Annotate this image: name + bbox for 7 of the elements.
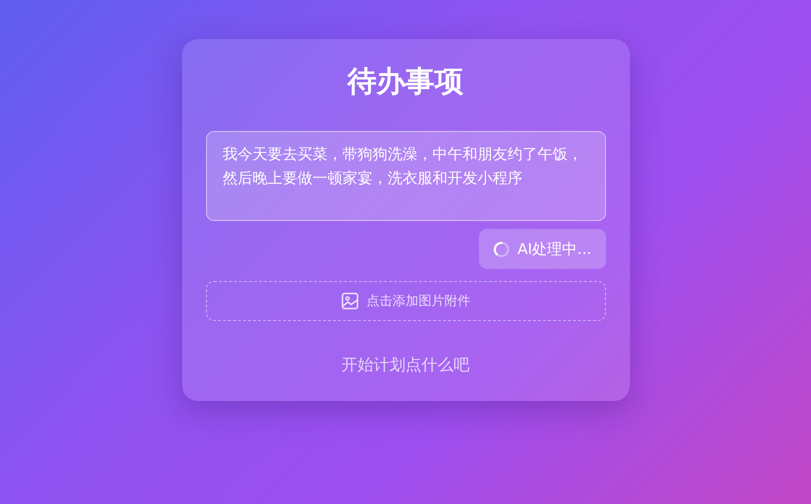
add-image-attachment[interactable]: 点击添加图片附件 [206,281,606,321]
page-title: 待办事项 [346,63,464,100]
image-icon [340,292,358,310]
task-input[interactable]: 我今天要去买菜，带狗狗洗澡，中午和朋友约了午饭，然后晚上要做一顿家宴，洗衣服和开发小程序 [206,131,606,221]
spinner-icon [492,240,510,258]
empty-message: 开始计划点什么吧 [340,354,470,376]
ai-process-button[interactable]: AI处理中... [478,229,606,269]
